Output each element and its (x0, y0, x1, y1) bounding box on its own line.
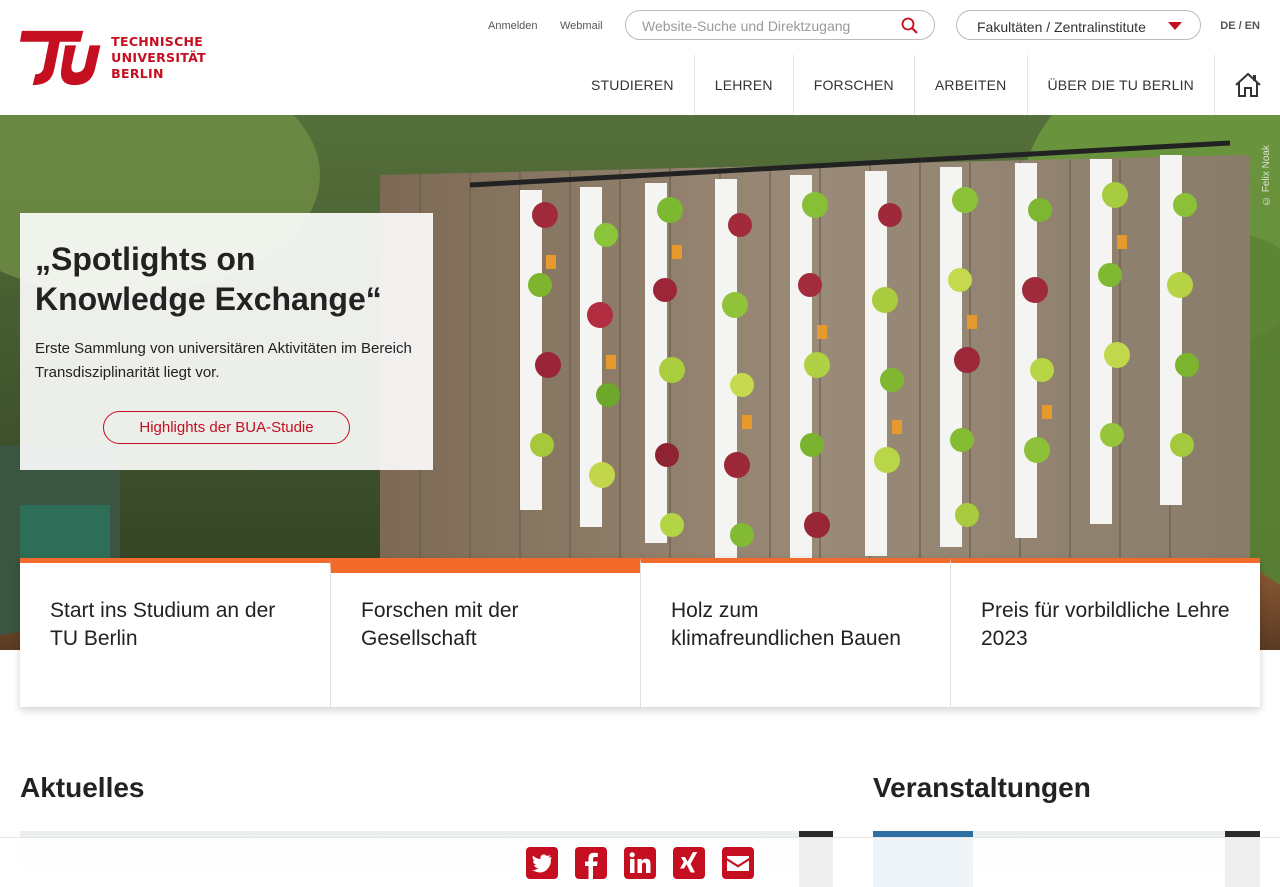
teaser-card-title: Holz zum klimafreundlichen Bauen (671, 599, 901, 650)
hero-teaser-box: „Spotlights on Knowledge Exchange“ Erste… (20, 213, 433, 470)
caret-down-icon (1168, 22, 1182, 30)
events-section-title: Veranstaltungen (873, 772, 1091, 803)
nav-item-arbeiten[interactable]: ARBEITEN (913, 55, 1027, 115)
site-header: TECHNISCHE UNIVERSITÄT BERLIN Anmelden W… (0, 0, 1280, 115)
share-email-button[interactable] (721, 845, 756, 880)
teaser-card-forschen[interactable]: Forschen mit der Gesellschaft (330, 558, 640, 707)
faculty-dropdown[interactable]: Fakultäten / Zentralinstitute (956, 10, 1201, 40)
teaser-card-studium[interactable]: Start ins Studium an der TU Berlin (20, 558, 330, 707)
teaser-cards: Start ins Studium an der TU Berlin Forsc… (20, 558, 1260, 707)
main-navigation: STUDIEREN LEHREN FORSCHEN ARBEITEN ÜBER … (571, 55, 1280, 115)
share-linkedin-button[interactable] (623, 845, 658, 880)
site-search (625, 10, 935, 40)
tu-logo-icon (20, 30, 101, 86)
share-bar (0, 837, 1280, 887)
email-icon (722, 846, 754, 879)
teaser-card-holz[interactable]: Holz zum klimafreundlichen Bauen (640, 558, 950, 707)
teaser-card-title: Preis für vorbildliche Lehre 2023 (981, 599, 1230, 650)
search-input[interactable] (642, 17, 892, 35)
home-button[interactable] (1214, 55, 1280, 115)
linkedin-icon (624, 846, 656, 879)
share-xing-button[interactable] (672, 845, 707, 880)
teaser-card-title: Start ins Studium an der TU Berlin (50, 599, 276, 650)
nav-item-ueber-die-tu[interactable]: ÜBER DIE TU BERLIN (1026, 55, 1215, 115)
logo-wordmark: TECHNISCHE UNIVERSITÄT BERLIN (111, 34, 206, 82)
home-icon (1234, 72, 1261, 97)
hero-text: Erste Sammlung von universitären Aktivit… (35, 340, 412, 381)
lang-separator: / (1238, 20, 1242, 32)
photo-credit: © Felix Noak (1261, 145, 1272, 207)
xing-icon (673, 846, 705, 879)
hero-title: „Spotlights on Knowledge Exchange“ (35, 241, 382, 317)
logo-line-3: BERLIN (111, 66, 164, 81)
facebook-icon (575, 846, 607, 879)
lang-de-link[interactable]: DE (1220, 20, 1235, 32)
lang-en-link[interactable]: EN (1245, 20, 1260, 32)
nav-item-studieren[interactable]: STUDIEREN (571, 55, 694, 115)
teaser-card-title: Forschen mit der Gesellschaft (361, 599, 519, 650)
twitter-icon (526, 846, 558, 879)
language-switch: DE / EN (1220, 20, 1260, 32)
webmail-link[interactable]: Webmail (560, 20, 603, 32)
nav-item-forschen[interactable]: FORSCHEN (792, 55, 914, 115)
tu-berlin-logo[interactable]: TECHNISCHE UNIVERSITÄT BERLIN (20, 26, 206, 90)
share-facebook-button[interactable] (574, 845, 609, 880)
share-twitter-button[interactable] (525, 845, 560, 880)
faculty-dropdown-label: Fakultäten / Zentralinstitute (977, 19, 1146, 35)
nav-item-lehren[interactable]: LEHREN (693, 55, 793, 115)
logo-line-1: TECHNISCHE (111, 34, 204, 49)
search-icon[interactable] (901, 17, 918, 38)
teaser-card-preis[interactable]: Preis für vorbildliche Lehre 2023 (950, 558, 1260, 707)
hero-cta-button[interactable]: Highlights der BUA-Studie (103, 411, 350, 444)
logo-line-2: UNIVERSITÄT (111, 50, 206, 65)
news-section-title: Aktuelles (20, 772, 145, 803)
login-link[interactable]: Anmelden (488, 20, 538, 32)
